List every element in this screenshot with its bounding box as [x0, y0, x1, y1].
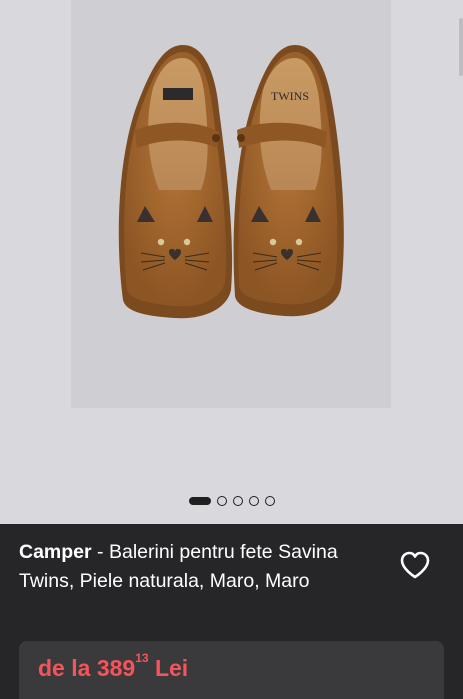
pagination-dot[interactable]	[232, 496, 243, 506]
price-card[interactable]: de la 38913 Lei	[19, 641, 444, 699]
product-info-panel: Camper - Balerini pentru fete Savina Twi…	[0, 524, 463, 699]
product-title: Camper - Balerini pentru fete Savina Twi…	[19, 538, 384, 595]
product-price: de la 38913 Lei	[38, 652, 189, 682]
title-separator: -	[91, 541, 109, 563]
product-photo[interactable]: TWINS	[71, 0, 391, 408]
product-image-gallery[interactable]: TWINS	[0, 0, 463, 524]
left-shoe	[118, 45, 233, 319]
pagination-dot[interactable]	[248, 496, 259, 506]
pagination-dot[interactable]	[216, 496, 227, 506]
pagination-dot-active[interactable]	[188, 497, 211, 505]
pagination-dot[interactable]	[264, 496, 275, 506]
scroll-indicator	[459, 18, 463, 76]
right-shoe: TWINS	[233, 45, 344, 317]
price-integer: 389	[96, 655, 136, 681]
gallery-pagination[interactable]	[0, 494, 463, 508]
favorite-button[interactable]	[399, 550, 431, 580]
insole-logo: TWINS	[271, 89, 309, 103]
price-prefix: de la	[38, 655, 91, 681]
product-brand[interactable]: Camper	[19, 541, 92, 563]
price-decimals: 13	[135, 651, 149, 665]
price-currency: Lei	[154, 655, 189, 681]
heart-outline-icon	[400, 551, 430, 579]
shoe-photo: TWINS	[118, 45, 344, 319]
